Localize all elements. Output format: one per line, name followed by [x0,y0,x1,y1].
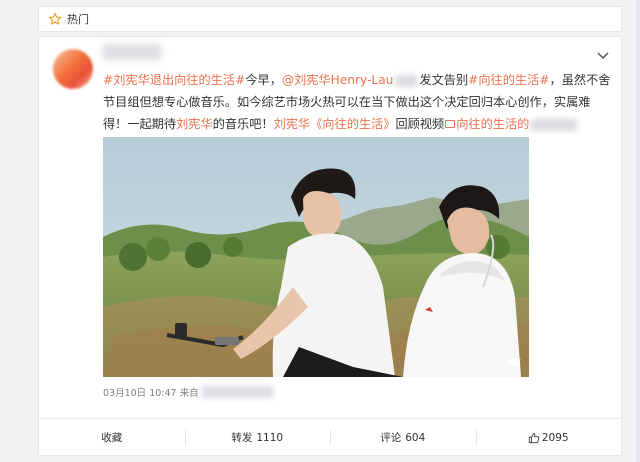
post-action-bar: 收藏 转发 1110 评论 604 2095 [39,418,621,456]
chevron-down-icon[interactable] [597,51,609,61]
hot-header-card: 热门 [38,6,622,32]
video-link-icon [445,120,456,128]
post-text-segment-1: 今早， [245,73,282,87]
post-text: #刘宪华退出向往的生活#今早，@刘宪华Henry-Lau 发文告别#向往的生活#，… [103,69,613,135]
video-link[interactable]: 向往的生活的 [456,117,529,131]
post-text-segment-5: 回顾视频 [395,117,445,131]
repost-count: 1110 [256,431,284,444]
favorite-button[interactable]: 收藏 [39,419,185,456]
post-text-segment-2: 发文告别 [419,73,469,87]
comment-button[interactable]: 评论 604 [330,419,476,456]
video-player[interactable] [103,137,529,377]
favorite-label: 收藏 [101,432,123,444]
like-count: 2095 [541,431,569,444]
username-redacted[interactable] [103,44,161,60]
comment-count: 604 [405,431,426,444]
thumbs-up-icon [528,432,540,443]
repost-label: 转发 [231,432,253,444]
star-outline-icon [48,12,62,25]
hot-label: 热门 [67,13,89,26]
hashtag-link-1[interactable]: #刘宪华退出向往的生活# [103,73,245,87]
hashtag-link-2[interactable]: #向往的生活# [468,73,549,87]
video-frame-image [103,137,529,377]
page-scrollbar[interactable] [636,0,640,462]
post-text-segment-4: 的音乐吧！ [212,117,274,131]
post-source-redacted [200,386,273,398]
post-meta: 03月10日 10:47 来自 [103,385,273,399]
video-title-link[interactable]: 刘宪华《向往的生活》 [274,117,396,131]
weibo-post-card: #刘宪华退出向往的生活#今早，@刘宪华Henry-Lau 发文告别#向往的生活#，… [38,36,622,456]
avatar[interactable] [53,49,93,89]
mention-link[interactable]: @刘宪华Henry-Lau [282,73,394,87]
like-button[interactable]: 2095 [475,419,622,456]
volume-muted-icon[interactable] [507,355,521,369]
redacted-text [531,118,578,131]
post-timestamp[interactable]: 03月10日 10:47 来自 [103,385,199,399]
repost-button[interactable]: 转发 1110 [184,419,331,456]
comment-label: 评论 [380,432,402,444]
name-link[interactable]: 刘宪华 [176,117,213,131]
redacted-text [395,74,418,87]
